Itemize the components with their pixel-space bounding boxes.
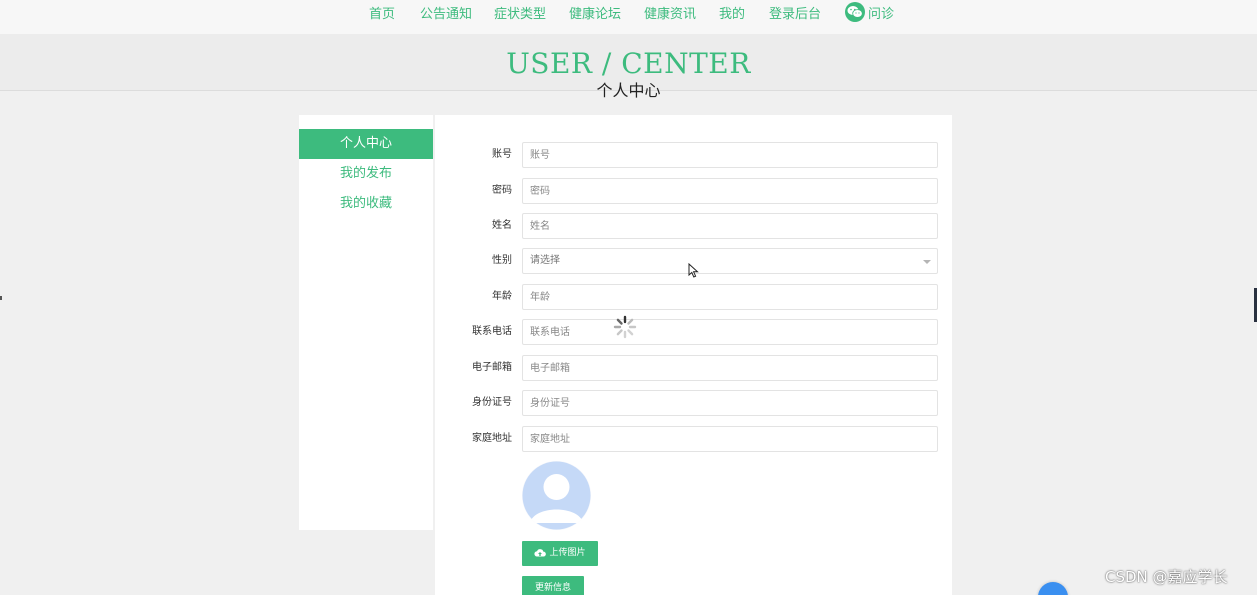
floating-help-button[interactable] xyxy=(1038,582,1068,595)
chevron-down-icon xyxy=(923,260,931,264)
sidebar-item-my-favorites[interactable]: 我的收藏 xyxy=(299,189,433,219)
age-label: 年龄 xyxy=(492,291,512,302)
cloud-upload-icon xyxy=(534,549,547,557)
account-label: 账号 xyxy=(492,149,512,160)
page: 首页 公告通知 症状类型 健康论坛 健康资讯 我的 登录后台 问诊 USER /… xyxy=(0,0,1257,595)
name-input[interactable] xyxy=(522,213,938,239)
form-row-name: 姓名 xyxy=(435,213,952,239)
nav-consult[interactable]: 问诊 xyxy=(868,5,894,25)
email-input[interactable] xyxy=(522,355,938,381)
nav-health-forum[interactable]: 健康论坛 xyxy=(569,5,621,25)
form-row-address: 家庭地址 xyxy=(435,426,952,452)
form-row-password: 密码 xyxy=(435,178,952,204)
profile-form-panel: 账号 密码 姓名 性别 请选择 年龄 联系电话 电子邮箱 xyxy=(435,115,952,595)
phone-label: 联系电话 xyxy=(472,326,512,337)
watermark: CSDN @嘉应学长 xyxy=(1105,568,1228,586)
nav-mine[interactable]: 我的 xyxy=(719,5,745,25)
form-row-account: 账号 xyxy=(435,142,952,168)
page-title: 个人中心 xyxy=(596,81,661,100)
email-label: 电子邮箱 xyxy=(472,362,512,373)
upload-image-button[interactable]: 上传图片 xyxy=(522,541,598,566)
address-label: 家庭地址 xyxy=(472,433,512,444)
nav-symptom-types[interactable]: 症状类型 xyxy=(494,5,546,25)
password-label: 密码 xyxy=(492,185,512,196)
wechat-icon[interactable] xyxy=(845,2,865,22)
form-row-phone: 联系电话 xyxy=(435,319,952,345)
mouse-cursor-icon xyxy=(688,263,699,278)
loading-spinner-icon xyxy=(613,315,637,339)
form-row-age: 年龄 xyxy=(435,284,952,310)
id-number-input[interactable] xyxy=(522,390,938,416)
sidebar: 个人中心 我的发布 我的收藏 xyxy=(299,115,433,530)
sidebar-item-my-posts[interactable]: 我的发布 xyxy=(299,159,433,189)
form-row-id-number: 身份证号 xyxy=(435,390,952,416)
top-nav: 首页 公告通知 症状类型 健康论坛 健康资讯 我的 登录后台 问诊 xyxy=(0,0,1257,34)
upload-image-label: 上传图片 xyxy=(549,548,586,558)
account-input[interactable] xyxy=(522,142,938,168)
update-info-button[interactable]: 更新信息 xyxy=(522,576,584,595)
nav-health-news[interactable]: 健康资讯 xyxy=(644,5,696,25)
user-avatar-icon xyxy=(522,461,591,530)
nav-notice[interactable]: 公告通知 xyxy=(420,5,472,25)
left-edge-mark xyxy=(0,296,2,300)
form-row-email: 电子邮箱 xyxy=(435,355,952,381)
sidebar-item-profile[interactable]: 个人中心 xyxy=(299,129,433,159)
banner-title: USER / CENTER xyxy=(506,47,751,80)
nav-home[interactable]: 首页 xyxy=(369,5,395,25)
name-label: 姓名 xyxy=(492,220,512,231)
gender-select-value: 请选择 xyxy=(530,255,560,266)
nav-admin-login[interactable]: 登录后台 xyxy=(769,5,821,25)
phone-input[interactable] xyxy=(522,319,938,345)
password-input[interactable] xyxy=(522,178,938,204)
gender-select[interactable]: 请选择 xyxy=(522,248,938,274)
age-input[interactable] xyxy=(522,284,938,310)
avatar xyxy=(522,461,591,530)
gender-label: 性别 xyxy=(492,255,512,266)
id-number-label: 身份证号 xyxy=(472,397,512,408)
address-input[interactable] xyxy=(522,426,938,452)
